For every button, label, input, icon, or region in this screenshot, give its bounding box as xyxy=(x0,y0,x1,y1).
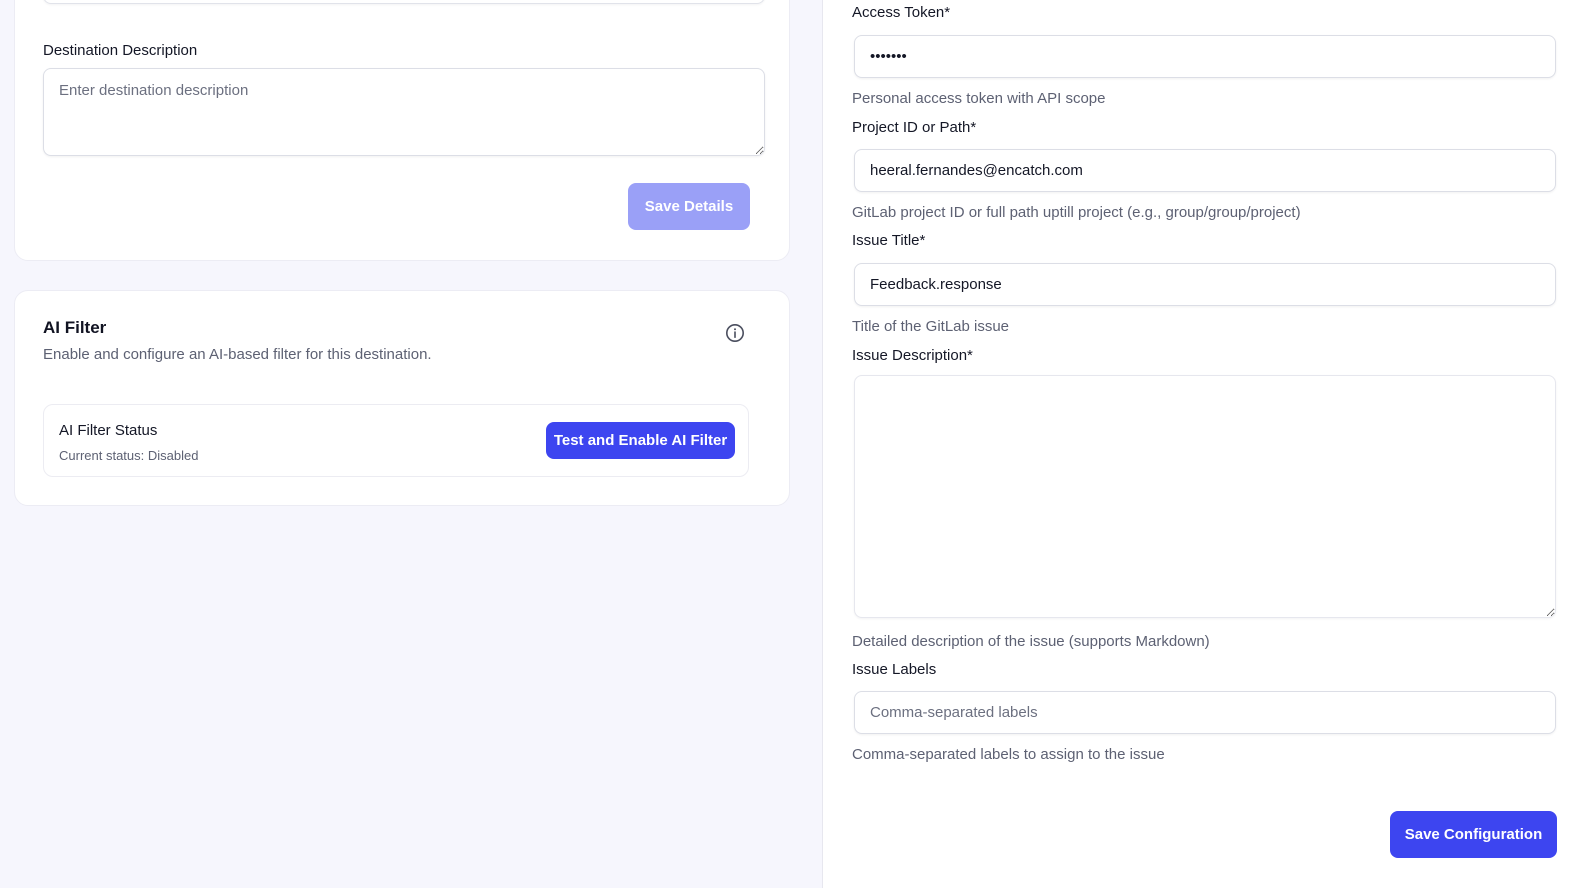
issue-title-help: Title of the GitLab issue xyxy=(852,318,1010,335)
issue-title-label: Issue Title* xyxy=(852,232,926,249)
save-details-button[interactable]: Save Details xyxy=(628,183,750,230)
issue-labels-input[interactable] xyxy=(854,691,1556,734)
access-token-help: Personal access token with API scope xyxy=(852,90,1106,107)
destination-description-textarea[interactable] xyxy=(43,68,765,156)
gitlab-configuration-pane: Access Token* Personal access token with… xyxy=(823,0,1588,888)
ai-filter-status-text: Current status: Disabled xyxy=(59,448,199,463)
issue-description-textarea[interactable] xyxy=(854,375,1556,618)
save-configuration-button[interactable]: Save Configuration xyxy=(1390,811,1557,858)
issue-description-help: Detailed description of the issue (suppo… xyxy=(852,633,1210,650)
destination-details-card: Destination Description Save Details xyxy=(14,0,790,261)
ai-filter-card: AI Filter Enable and configure an AI-bas… xyxy=(14,290,790,506)
destination-name-input[interactable] xyxy=(43,0,765,4)
access-token-label: Access Token* xyxy=(852,4,951,21)
info-circle-icon[interactable] xyxy=(725,323,745,343)
left-pane: Destination Description Save Details AI … xyxy=(0,0,822,888)
ai-filter-title: AI Filter xyxy=(43,318,107,337)
destination-description-label: Destination Description xyxy=(43,42,198,59)
project-id-input[interactable] xyxy=(854,149,1556,192)
project-id-label: Project ID or Path* xyxy=(852,119,977,136)
app-root: Destination Description Save Details AI … xyxy=(0,0,1588,888)
ai-filter-status-box: AI Filter Status Current status: Disable… xyxy=(43,404,749,477)
issue-description-label: Issue Description* xyxy=(852,347,973,364)
project-id-help: GitLab project ID or full path uptill pr… xyxy=(852,204,1301,221)
access-token-input[interactable] xyxy=(854,35,1556,78)
test-enable-ai-filter-button[interactable]: Test and Enable AI Filter xyxy=(546,422,735,459)
issue-labels-help: Comma-separated labels to assign to the … xyxy=(852,746,1165,763)
ai-filter-status-title: AI Filter Status xyxy=(59,422,158,439)
issue-labels-label: Issue Labels xyxy=(852,661,937,678)
ai-filter-subtitle: Enable and configure an AI-based filter … xyxy=(43,346,432,363)
issue-title-input[interactable] xyxy=(854,263,1556,306)
